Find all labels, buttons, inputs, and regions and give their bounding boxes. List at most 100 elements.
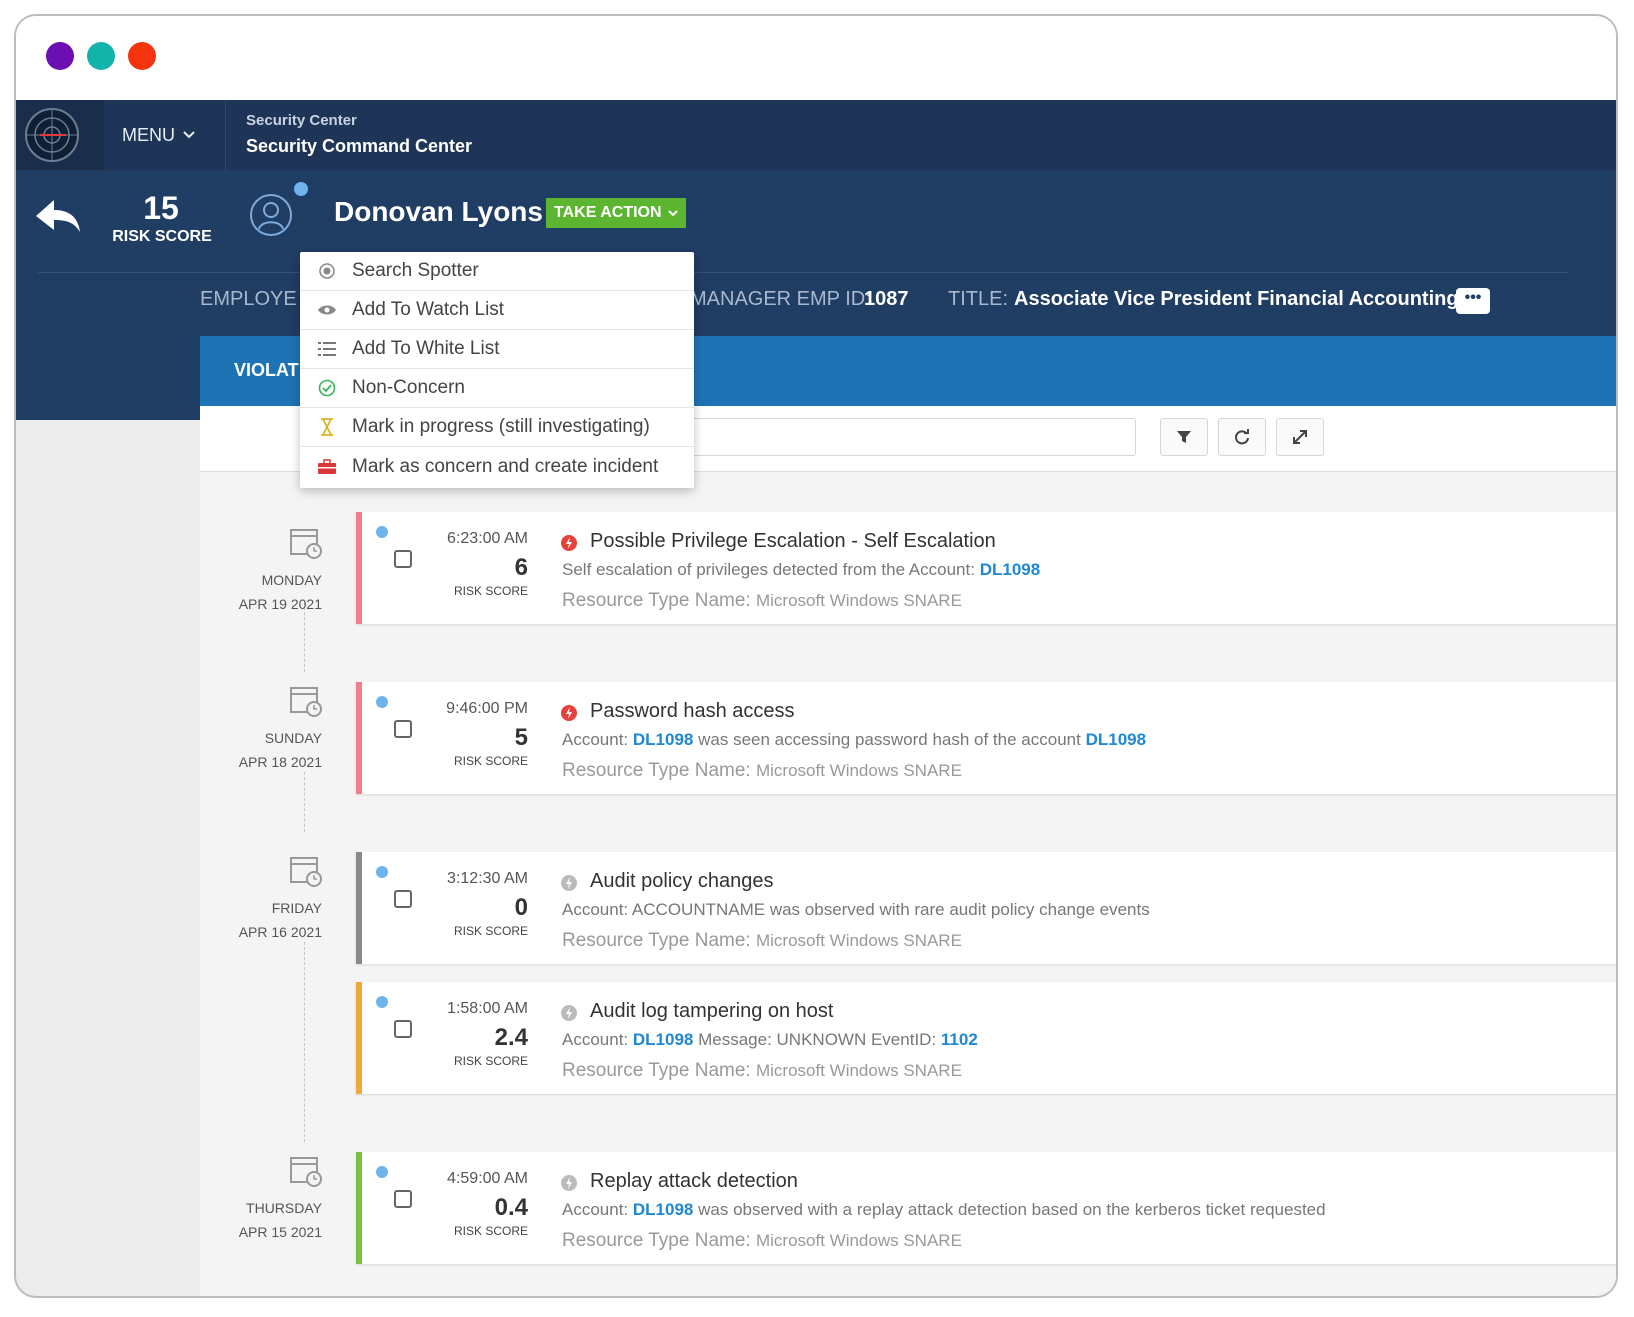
account-link[interactable]: DL1098 [980, 560, 1040, 579]
calendar-clock-icon [290, 1157, 322, 1187]
info-severity-icon [561, 875, 577, 891]
refresh-button[interactable] [1218, 418, 1266, 456]
resource-type-value: Microsoft Windows SNARE [755, 761, 962, 780]
info-severity-icon [561, 1005, 577, 1021]
violation-title[interactable]: Audit log tampering on host [590, 1000, 834, 1023]
expand-icon [1293, 430, 1307, 444]
user-avatar-icon [248, 192, 294, 238]
resource-type-label: Resource Type Name: [562, 590, 751, 611]
violation-risk-score: 0.4 [494, 1194, 528, 1221]
account-link[interactable]: DL1098 [1086, 730, 1146, 749]
chevron-down-icon [183, 131, 195, 139]
risk-score-label: RISK SCORE [453, 924, 528, 938]
menu-item-label: Non-Concern [352, 377, 465, 398]
calendar-clock-icon [290, 687, 322, 717]
resource-type: Resource Type Name: Microsoft Windows SN… [562, 1060, 962, 1082]
expand-button[interactable] [1276, 418, 1324, 456]
resource-type-value: Microsoft Windows SNARE [755, 1231, 962, 1250]
account-link[interactable]: DL1098 [633, 1030, 693, 1049]
manager-emp-id-label: MANAGER EMP ID: [690, 288, 871, 310]
resource-type-value: Microsoft Windows SNARE [755, 931, 962, 950]
window-close-button[interactable] [46, 42, 74, 70]
resource-type-label: Resource Type Name: [562, 760, 751, 781]
menu-label: MENU [122, 124, 175, 145]
violation-checkbox[interactable] [394, 550, 412, 568]
timeline-connector [304, 942, 305, 1142]
menu-item-search-spotter[interactable]: Search Spotter [300, 252, 694, 291]
account-link[interactable]: DL1098 [633, 730, 693, 749]
menu-item-label: Mark in progress (still investigating) [352, 416, 650, 437]
menu-item-mark-as-concern[interactable]: Mark as concern and create incident [300, 447, 694, 486]
violation-description: Account: DL1098 was seen accessing passw… [562, 730, 1146, 750]
employee-id-label: EMPLOYE [200, 288, 297, 310]
day-date: APR 19 2021 [238, 596, 322, 612]
event-id-link[interactable]: 1102 [941, 1030, 978, 1049]
violation-time: 9:46:00 PM [446, 700, 528, 717]
day-name: SUNDAY [264, 730, 322, 746]
violation-card[interactable]: 3:12:30 AM 0 RISK SCORE Audit policy cha… [356, 852, 1616, 964]
check-circle-icon [316, 377, 338, 399]
window-maximize-button[interactable] [128, 42, 156, 70]
filter-button[interactable] [1160, 418, 1208, 456]
search-input[interactable] [690, 418, 1136, 456]
violation-title[interactable]: Replay attack detection [590, 1170, 798, 1193]
description-text: Account: [562, 730, 629, 749]
manager-emp-id-value: 1087 [864, 288, 909, 310]
resource-type: Resource Type Name: Microsoft Windows SN… [562, 760, 962, 782]
menu-item-label: Search Spotter [352, 260, 479, 281]
violation-checkbox[interactable] [394, 1190, 412, 1208]
menu-item-add-to-watch-list[interactable]: Add To Watch List [300, 291, 694, 330]
day-date: APR 18 2021 [238, 754, 322, 770]
window-minimize-button[interactable] [87, 42, 115, 70]
account-link[interactable]: DL1098 [633, 1200, 693, 1219]
description-text: Message: UNKNOWN EventID: [698, 1030, 937, 1049]
violation-title[interactable]: Audit policy changes [590, 870, 773, 893]
violation-card[interactable]: 4:59:00 AM 0.4 RISK SCORE Replay attack … [356, 1152, 1616, 1264]
description-text: Account: [562, 1200, 629, 1219]
employee-risk-score: 15 [143, 190, 179, 226]
violation-risk-score: 5 [514, 724, 528, 751]
violation-checkbox[interactable] [394, 1020, 412, 1038]
day-name: FRIDAY [271, 900, 322, 916]
briefcase-icon [316, 456, 338, 478]
filter-icon [1177, 431, 1191, 443]
resource-type: Resource Type Name: Microsoft Windows SN… [562, 1230, 962, 1252]
main-menu-button[interactable]: MENU [104, 100, 226, 170]
violation-card[interactable]: 6:23:00 AM 6 RISK SCORE Possible Privile… [356, 512, 1616, 624]
unread-dot [376, 696, 388, 708]
calendar-clock-icon [290, 857, 322, 887]
menu-item-label: Mark as concern and create incident [352, 455, 659, 477]
risk-score-label: RISK SCORE [453, 1054, 528, 1068]
violation-risk-score: 2.4 [494, 1024, 528, 1051]
violation-time: 3:12:30 AM [447, 870, 528, 887]
menu-item-mark-in-progress[interactable]: Mark in progress (still investigating) [300, 408, 694, 447]
resource-type: Resource Type Name: Microsoft Windows SN… [562, 590, 962, 612]
violation-card[interactable]: 9:46:00 PM 5 RISK SCORE Password hash ac… [356, 682, 1616, 794]
more-options-button[interactable]: ••• [1456, 288, 1490, 314]
day-name: MONDAY [261, 572, 322, 588]
back-arrow-icon[interactable] [34, 196, 84, 236]
tab-violations[interactable]: VIOLAT [234, 360, 299, 381]
violation-title[interactable]: Password hash access [590, 700, 795, 723]
violation-time: 6:23:00 AM [447, 530, 528, 547]
timeline-connector [304, 602, 305, 672]
menu-item-non-concern[interactable]: Non-Concern [300, 369, 694, 408]
violation-card[interactable]: 1:58:00 AM 2.4 RISK SCORE Audit log tamp… [356, 982, 1616, 1094]
take-action-label: TAKE ACTION [554, 204, 662, 221]
violation-checkbox[interactable] [394, 890, 412, 908]
day-name: THURSDAY [246, 1200, 322, 1216]
risk-score-label: RISK SCORE [453, 1224, 528, 1238]
description-text: Self escalation of privileges detected f… [562, 560, 975, 579]
violation-title[interactable]: Possible Privilege Escalation - Self Esc… [590, 530, 996, 553]
take-action-button[interactable]: TAKE ACTION [546, 198, 686, 228]
unread-dot [376, 526, 388, 538]
breadcrumb-parent[interactable]: Security Center [246, 112, 357, 129]
timeline-connector [304, 772, 305, 832]
unread-dot [376, 1166, 388, 1178]
violation-checkbox[interactable] [394, 720, 412, 738]
resource-type-value: Microsoft Windows SNARE [755, 1061, 962, 1080]
refresh-icon [1235, 429, 1249, 445]
violation-risk-score: 6 [514, 554, 528, 581]
radar-logo-icon[interactable] [16, 100, 104, 170]
menu-item-add-to-white-list[interactable]: Add To White List [300, 330, 694, 369]
